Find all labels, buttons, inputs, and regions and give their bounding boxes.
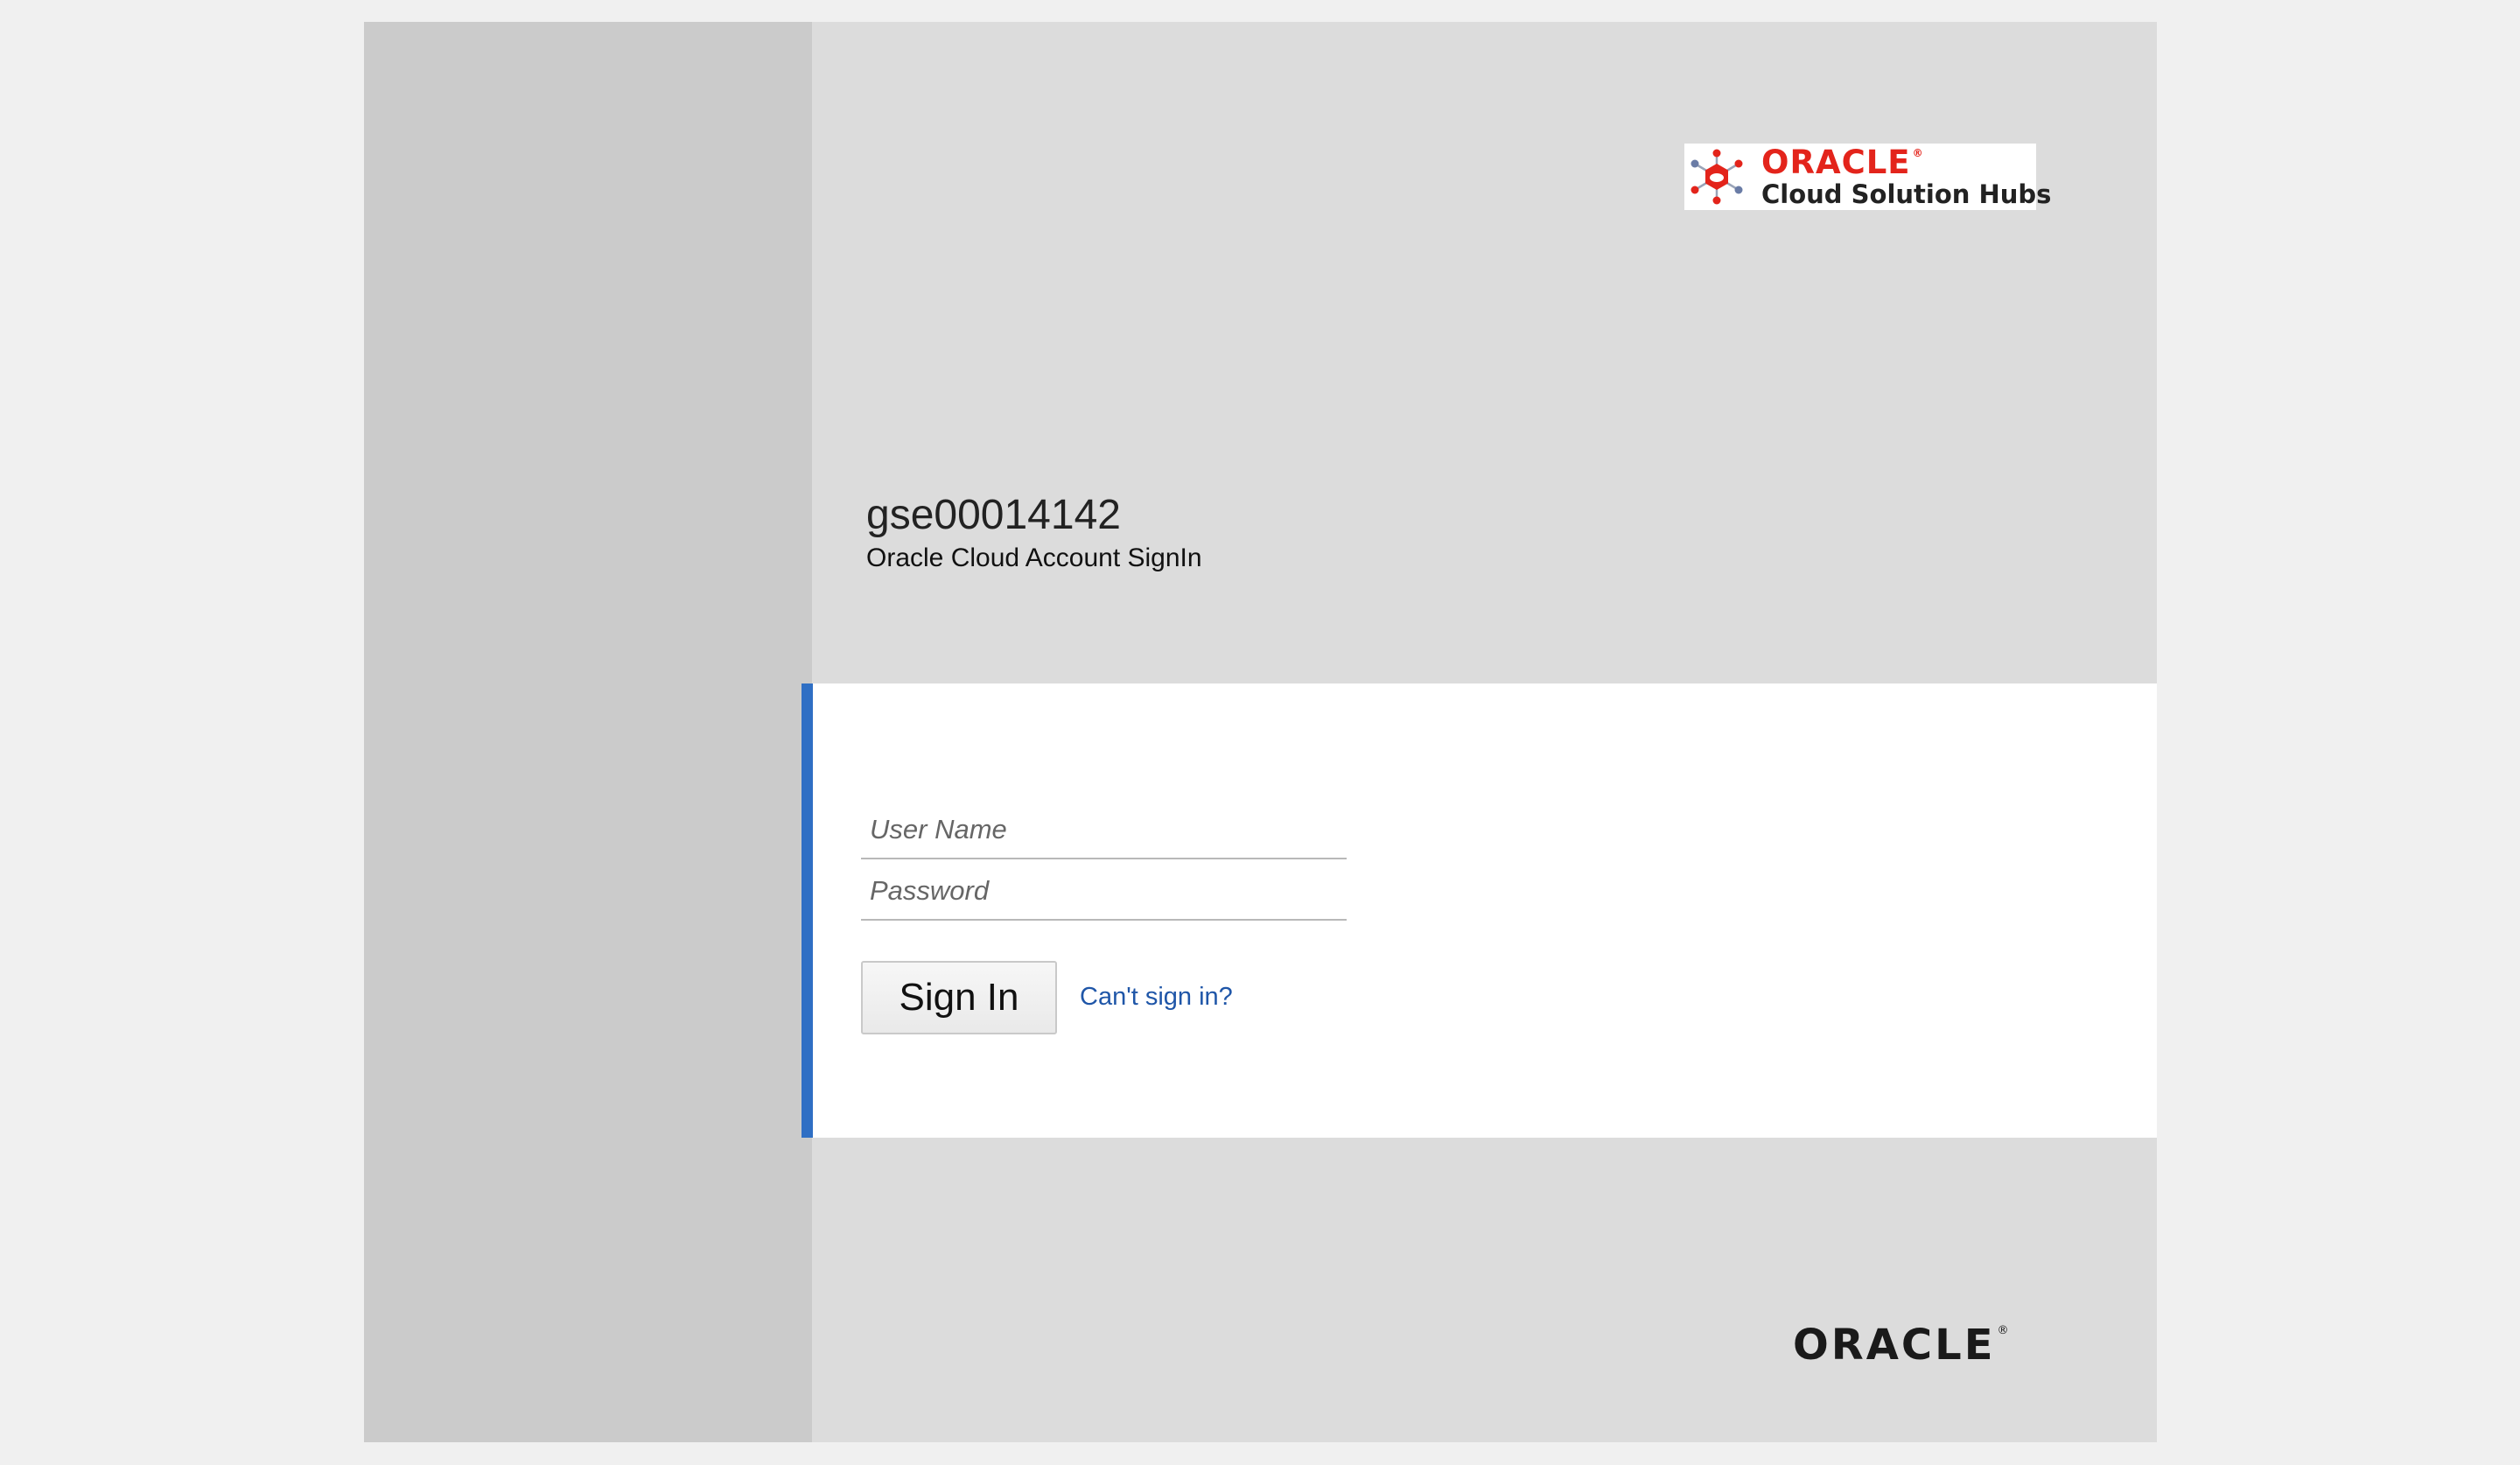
cloud-solution-hubs-icon	[1684, 144, 1749, 210]
brand-subtitle: Cloud Solution Hubs	[1761, 179, 2052, 209]
signin-form-card: Sign In Can't sign in?	[802, 683, 2157, 1138]
signin-button[interactable]: Sign In	[861, 961, 1057, 1034]
brand-oracle-wordmark: ORACLE ®	[1761, 144, 1924, 181]
oracle-cloud-solution-hubs-logo: ORACLE ® Cloud Solution Hubs	[1684, 144, 2051, 210]
password-field[interactable]	[861, 863, 1347, 921]
left-side-panel	[364, 22, 812, 1442]
footer-oracle-logo: ORACLE ®	[1793, 1324, 2034, 1368]
identity-domain-title: gse00014142	[866, 492, 1121, 538]
footer-oracle-wordmark: ORACLE	[1793, 1321, 1996, 1370]
signin-subtitle: Oracle Cloud Account SignIn	[866, 543, 1202, 572]
footer-registered-mark: ®	[1997, 1324, 2009, 1337]
username-field[interactable]	[861, 802, 1347, 859]
cant-signin-link[interactable]: Can't sign in?	[1080, 983, 1233, 1012]
